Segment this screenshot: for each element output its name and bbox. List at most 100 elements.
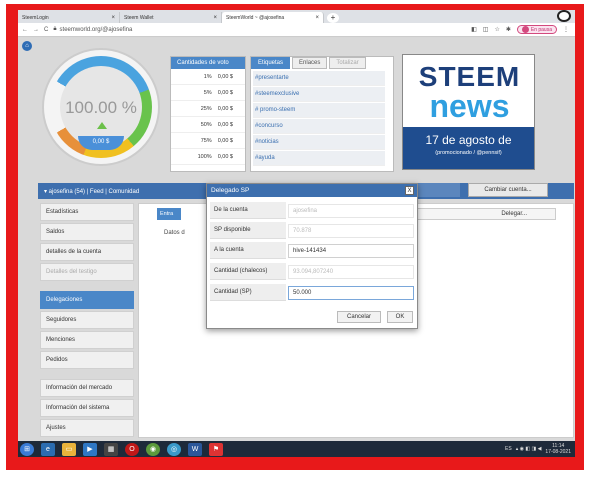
app-icon[interactable]: ▦ xyxy=(104,442,118,456)
from-account-row: De la cuenta ajosefina xyxy=(210,202,414,219)
menu-icon[interactable]: ⋮ xyxy=(563,26,569,33)
lock-icon: 🔒︎ xyxy=(53,26,57,32)
folder-icon[interactable]: ▭ xyxy=(62,442,76,456)
user-bar-text[interactable]: ▾ ajosefina (54) | Feed | Comunidad xyxy=(44,188,139,195)
system-tray: ES ▴ ◉ ◧ ◨ ◀ 11:14 17-08-2021 xyxy=(505,441,571,457)
pct: 50% xyxy=(200,121,212,128)
delegate-sp-dialog: Delegado SP X De la cuenta ajosefina SP … xyxy=(206,183,418,329)
sidebar-item-detalles-cuenta[interactable]: detalles de la cuenta xyxy=(40,243,134,261)
news-steem-text: STEEM xyxy=(418,61,521,92)
news-sub: (promocionado / @pennsif) xyxy=(435,150,502,156)
address-bar: ← → C 🔒︎ steemworld.org/@ajosefina ◧ ◫ ☆… xyxy=(18,23,575,37)
cancel-button[interactable]: Cancelar xyxy=(337,311,381,323)
ie-icon[interactable]: e xyxy=(41,442,55,456)
tag-link[interactable]: #ayuda xyxy=(253,151,385,166)
forward-icon[interactable]: → xyxy=(33,27,39,33)
news-date: 17 de agosto de xyxy=(425,133,512,147)
language-indicator[interactable]: ES xyxy=(505,446,512,452)
browser-tab-bar: SteemLogin × Steem Wallet × SteemWorld ~ @… xyxy=(18,10,575,23)
tab-title: SteemLogin xyxy=(22,14,49,21)
star-icon[interactable]: ☆ xyxy=(494,26,499,33)
list-item: 100% 0,00 $ xyxy=(171,149,245,165)
delegate-button[interactable]: Delegar... xyxy=(401,208,556,220)
pct: 100% xyxy=(197,153,212,160)
gauge-percent: 100.00 % xyxy=(65,98,137,117)
pct: 5% xyxy=(203,89,212,96)
close-icon[interactable]: × xyxy=(315,15,319,21)
to-account-row: A la cuenta hive-141434 xyxy=(210,242,414,259)
opera-icon[interactable]: O xyxy=(125,442,139,456)
sidebar-item-pedidos[interactable]: Pedidos xyxy=(40,351,134,369)
steem-news-banner[interactable]: STEEM news 17 de agosto de (promocionado… xyxy=(402,54,535,170)
tag-link[interactable]: # promo-steem xyxy=(253,103,385,118)
browser-tab-1[interactable]: SteemLogin × xyxy=(18,12,120,23)
window-control-icon[interactable] xyxy=(557,10,571,22)
val: 0,00 $ xyxy=(217,137,233,144)
sidebar-item-detalles-testigo[interactable]: Detalles del testigo xyxy=(40,263,134,281)
sp-available-row: SP disponible 70.878 xyxy=(210,222,414,239)
network-icon[interactable]: ▴ ◉ ◧ ◨ ◀ xyxy=(516,446,542,452)
sidebar-item-menciones[interactable]: Menciones xyxy=(40,331,134,349)
word-icon[interactable]: W xyxy=(188,442,202,456)
to-account-label: A la cuenta xyxy=(210,242,286,259)
sidebar: Estadísticas Saldos detalles de la cuent… xyxy=(40,203,134,439)
translate-icon[interactable]: ◫ xyxy=(483,26,489,33)
sp-available-field: 70.878 xyxy=(288,223,414,238)
switch-account-button[interactable]: Cambiar cuenta... xyxy=(468,183,548,197)
home-icon[interactable]: ⌂ xyxy=(22,41,32,51)
new-tab-button[interactable]: + xyxy=(327,13,339,23)
browser-tab-3[interactable]: SteemWorld ~ @ajosefina × xyxy=(222,12,324,23)
url-field[interactable]: 🔒︎ steemworld.org/@ajosefina xyxy=(53,25,466,35)
tag-link[interactable]: #presentarte xyxy=(253,71,385,86)
news-date-bar: 17 de agosto de (promocionado / @pennsif… xyxy=(403,127,534,169)
tab-totalizar[interactable]: Totalizar xyxy=(329,57,366,69)
tab-etiquetas[interactable]: Etiquetas xyxy=(251,57,291,69)
reload-icon[interactable]: C xyxy=(44,27,48,33)
profile-pause-button[interactable]: En pausa xyxy=(516,25,557,34)
tags-tabs: Etiquetas Enlaces Totalizar xyxy=(251,57,393,69)
extension-icon[interactable]: ◧ xyxy=(471,26,477,33)
gauge-value: 0,00 $ xyxy=(78,136,124,150)
browser-tab-2[interactable]: Steem Wallet × xyxy=(120,12,222,23)
pdf-icon[interactable]: ⚑ xyxy=(209,442,223,456)
tab-entrantes[interactable]: Entra xyxy=(157,208,181,220)
taskbar: ⊞ e ▭ ▶ ▦ O ◉ ◎ W ⚑ ES ▴ ◉ ◧ ◨ ◀ 11:14 1… xyxy=(18,441,575,457)
close-icon[interactable]: X xyxy=(405,186,414,195)
list-item: 1% 0,00 $ xyxy=(171,69,245,85)
sp-available-label: SP disponible xyxy=(210,222,286,239)
sidebar-item-mercado[interactable]: Información del mercado xyxy=(40,379,134,397)
sidebar-item-saldos[interactable]: Saldos xyxy=(40,223,134,241)
screen: SteemLogin × Steem Wallet × SteemWorld ~ @… xyxy=(18,10,575,457)
datos-text: Datos d xyxy=(164,230,185,236)
tag-link[interactable]: #concurso xyxy=(253,119,385,134)
sidebar-item-delegaciones[interactable]: Delegaciones xyxy=(40,291,134,309)
vote-amounts-title: Cantidades de voto xyxy=(171,57,245,69)
avatar xyxy=(521,26,529,33)
amount-sp-row: Cantidad (SP) 50.000 xyxy=(210,284,414,301)
sidebar-item-seguidores[interactable]: Seguidores xyxy=(40,311,134,329)
media-icon[interactable]: ▶ xyxy=(83,442,97,456)
to-account-field[interactable]: hive-141434 xyxy=(288,243,414,258)
browser-icon[interactable]: ◎ xyxy=(167,442,181,456)
close-icon[interactable]: × xyxy=(111,15,115,21)
tab-title: SteemWorld ~ @ajosefina xyxy=(226,14,285,21)
news-logo: STEEM news xyxy=(409,63,530,127)
sidebar-item-estadisticas[interactable]: Estadísticas xyxy=(40,203,134,221)
amount-sp-field[interactable]: 50.000 xyxy=(288,285,414,300)
ok-button[interactable]: OK xyxy=(387,311,413,323)
puzzle-icon[interactable]: ✱ xyxy=(506,26,511,33)
tag-link[interactable]: #noticias xyxy=(253,135,385,150)
chrome-icon[interactable]: ◉ xyxy=(146,442,160,456)
back-icon[interactable]: ← xyxy=(22,27,28,33)
clock[interactable]: 11:14 17-08-2021 xyxy=(545,443,571,455)
tag-link[interactable]: #steemexclusive xyxy=(253,87,385,102)
list-item: 5% 0,00 $ xyxy=(171,85,245,101)
sidebar-item-sistema[interactable]: Información del sistema xyxy=(40,399,134,417)
start-icon[interactable]: ⊞ xyxy=(20,442,34,456)
clock-date: 17-08-2021 xyxy=(545,449,571,455)
sidebar-item-ajustes[interactable]: Ajustes xyxy=(40,419,134,437)
list-item: 25% 0,00 $ xyxy=(171,101,245,117)
amount-vests-label: Cantidad (chalecos) xyxy=(210,263,286,280)
close-icon[interactable]: × xyxy=(213,15,217,21)
tab-enlaces[interactable]: Enlaces xyxy=(292,57,328,69)
